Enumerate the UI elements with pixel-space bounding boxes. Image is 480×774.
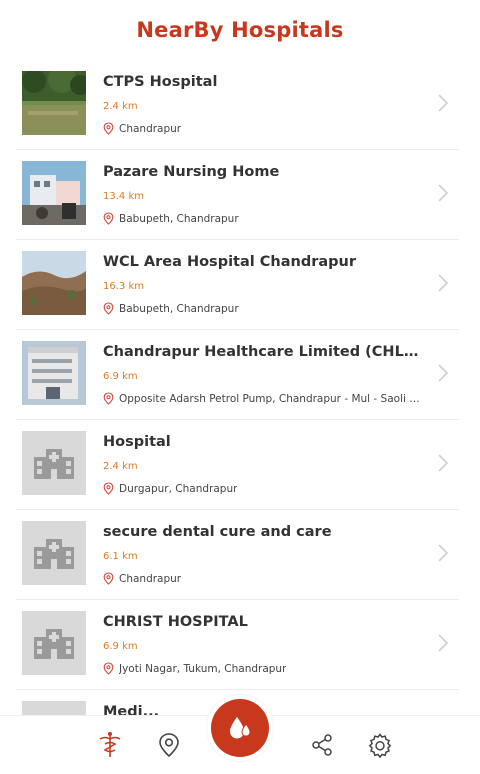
hospital-distance: 2.4 km bbox=[103, 101, 138, 112]
hospital-distance: 2.4 km bbox=[103, 461, 138, 472]
nav-map[interactable] bbox=[155, 731, 183, 759]
map-pin-icon bbox=[159, 733, 179, 758]
hospital-list-item[interactable]: secure dental cure and care 6.1 km Chand… bbox=[16, 510, 459, 600]
placeholder-hospital-icon bbox=[22, 431, 86, 495]
nav-share[interactable] bbox=[308, 731, 336, 759]
hospital-address: Babupeth, Chandrapur bbox=[103, 212, 423, 225]
chevron-right-icon bbox=[438, 544, 449, 562]
hospital-thumbnail bbox=[22, 251, 86, 315]
app-header: NearBy Hospitals bbox=[0, 0, 480, 60]
location-pin-icon bbox=[103, 212, 114, 225]
location-pin-icon bbox=[103, 662, 114, 675]
caduceus-icon bbox=[99, 732, 121, 757]
chevron-right-icon bbox=[438, 184, 449, 202]
hospital-list-item[interactable]: Hospital 2.4 km Durgapur, Chandrapur bbox=[16, 420, 459, 510]
hospital-address-text: Chandrapur bbox=[119, 122, 182, 135]
gear-icon bbox=[368, 733, 392, 758]
hospital-name: CHRIST HOSPITAL bbox=[103, 614, 248, 630]
nav-hospitals[interactable] bbox=[96, 731, 124, 759]
hospital-address: Babupeth, Chandrapur bbox=[103, 302, 423, 315]
hospital-address: Opposite Adarsh Petrol Pump, Chandrapur … bbox=[103, 392, 423, 405]
location-pin-icon bbox=[103, 302, 114, 315]
location-pin-icon bbox=[103, 482, 114, 495]
hospital-list-item[interactable]: CHRIST HOSPITAL 6.9 km Jyoti Nagar, Tuku… bbox=[16, 600, 459, 690]
hospital-name: secure dental cure and care bbox=[103, 524, 332, 540]
hospital-distance: 6.1 km bbox=[103, 551, 138, 562]
hospital-address-text: Jyoti Nagar, Tukum, Chandrapur bbox=[119, 662, 287, 675]
blood-button-circle bbox=[211, 699, 269, 757]
location-pin-icon bbox=[103, 572, 114, 585]
hospital-address: Durgapur, Chandrapur bbox=[103, 482, 423, 495]
location-pin-icon bbox=[103, 122, 114, 135]
hospital-address-text: Babupeth, Chandrapur bbox=[119, 302, 239, 315]
nav-settings[interactable] bbox=[366, 731, 394, 759]
page-title: NearBy Hospitals bbox=[136, 18, 344, 42]
hospital-distance: 13.4 km bbox=[103, 191, 144, 202]
placeholder-hospital-icon bbox=[22, 701, 86, 715]
hospital-address-text: Durgapur, Chandrapur bbox=[119, 482, 238, 495]
share-icon bbox=[312, 734, 332, 756]
blood-donation-button[interactable] bbox=[207, 695, 273, 761]
hospital-list-item[interactable]: CTPS Hospital 2.4 km Chandrapur bbox=[16, 60, 459, 150]
chevron-right-icon bbox=[438, 94, 449, 112]
hospital-thumbnail bbox=[22, 71, 86, 135]
hospital-list-item[interactable]: Chandrapur Healthcare Limited (CHL) Mul.… bbox=[16, 330, 459, 420]
hospital-name: CTPS Hospital bbox=[103, 74, 218, 90]
chevron-right-icon bbox=[438, 364, 449, 382]
hospital-name: Pazare Nursing Home bbox=[103, 164, 280, 180]
placeholder-hospital-icon bbox=[22, 521, 86, 585]
location-pin-icon bbox=[103, 392, 114, 405]
hospital-distance: 6.9 km bbox=[103, 371, 138, 382]
hospital-address-text: Opposite Adarsh Petrol Pump, Chandrapur … bbox=[119, 392, 423, 405]
hospital-address: Jyoti Nagar, Tukum, Chandrapur bbox=[103, 662, 423, 675]
hospital-distance: 16.3 km bbox=[103, 281, 144, 292]
hospital-distance: 6.9 km bbox=[103, 641, 138, 652]
hospital-name: WCL Area Hospital Chandrapur bbox=[103, 254, 357, 270]
hospital-list-item[interactable]: WCL Area Hospital Chandrapur 16.3 km Bab… bbox=[16, 240, 459, 330]
hospital-list[interactable]: CTPS Hospital 2.4 km Chandrapur Pazare N… bbox=[0, 60, 480, 715]
chevron-right-icon bbox=[438, 274, 449, 292]
hospital-name: Hospital bbox=[103, 434, 171, 450]
hospital-address-text: Babupeth, Chandrapur bbox=[119, 212, 239, 225]
hospital-list-item[interactable]: Pazare Nursing Home 13.4 km Babupeth, Ch… bbox=[16, 150, 459, 240]
hospital-thumbnail bbox=[22, 341, 86, 405]
hospital-name: Chandrapur Healthcare Limited (CHL) Mul.… bbox=[103, 344, 423, 360]
hospital-thumbnail bbox=[22, 161, 86, 225]
chevron-right-icon bbox=[438, 634, 449, 652]
chevron-right-icon bbox=[438, 454, 449, 472]
hospital-address: Chandrapur bbox=[103, 572, 423, 585]
hospital-address: Chandrapur bbox=[103, 122, 423, 135]
hospital-address-text: Chandrapur bbox=[119, 572, 182, 585]
blood-drop-icon bbox=[230, 717, 251, 739]
placeholder-hospital-icon bbox=[22, 611, 86, 675]
